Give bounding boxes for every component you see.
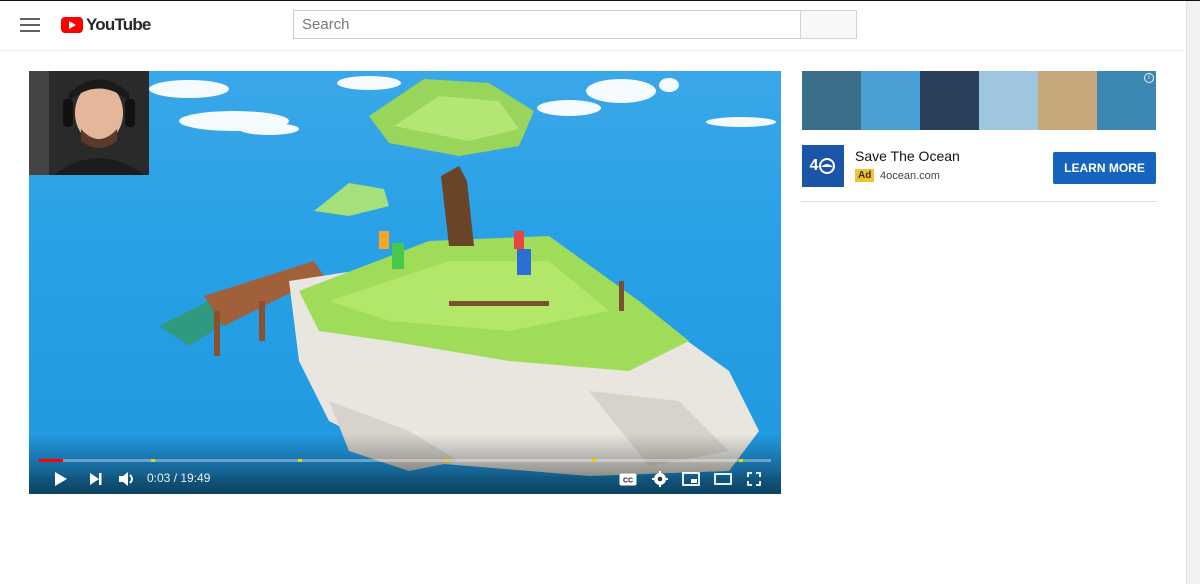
gear-icon <box>652 471 668 487</box>
page-scrollbar[interactable] <box>1186 1 1200 584</box>
chapter-marker <box>739 459 743 462</box>
ad-title[interactable]: Save The Ocean <box>855 148 960 164</box>
time-display: 0:03 / 19:49 <box>147 471 211 485</box>
ad-badge: Ad <box>855 169 875 182</box>
chapter-marker <box>592 459 596 462</box>
svg-text:CC: CC <box>623 477 633 484</box>
play-icon <box>55 472 67 486</box>
chapter-marker <box>298 459 302 462</box>
next-button[interactable] <box>87 469 105 489</box>
logo-text: YouTube <box>86 15 151 34</box>
ad-companion: 4 Save The Ocean Ad 4ocean.com LEARN MOR… <box>801 144 1157 202</box>
volume-icon <box>119 472 133 486</box>
theater-mode-button[interactable] <box>712 469 734 489</box>
ad-banner-image[interactable] <box>802 71 1156 130</box>
webcam-overlay <box>29 71 149 175</box>
progress-fill <box>39 459 63 462</box>
miniplayer-icon <box>682 472 700 486</box>
youtube-play-logo-icon <box>61 17 83 33</box>
theater-icon <box>714 473 732 485</box>
youtube-logo[interactable]: YouTube <box>61 15 151 35</box>
ad-domain: 4ocean.com <box>880 170 940 182</box>
fullscreen-button[interactable] <box>744 469 764 489</box>
search-button[interactable] <box>800 10 857 39</box>
learn-more-button[interactable]: LEARN MORE <box>1053 152 1156 184</box>
hamburger-menu-icon[interactable] <box>20 18 40 32</box>
search-input[interactable] <box>293 10 801 39</box>
volume-button[interactable] <box>117 469 137 489</box>
advertiser-logo-text: 4 <box>809 157 819 174</box>
captions-button[interactable]: CC <box>618 469 638 489</box>
fullscreen-icon <box>747 472 761 486</box>
chapter-marker <box>151 459 155 462</box>
ocean-wave-logo-icon <box>819 158 836 174</box>
cc-icon: CC <box>619 473 637 485</box>
advertiser-logo[interactable]: 4 <box>802 145 844 187</box>
video-player[interactable]: 0:03 / 19:49 CC <box>29 71 781 494</box>
play-button[interactable] <box>51 469 71 489</box>
progress-bar[interactable] <box>39 459 771 462</box>
next-icon <box>90 473 102 485</box>
ad-info-icon[interactable]: i <box>1144 73 1154 83</box>
chapter-marker <box>445 459 449 462</box>
miniplayer-button[interactable] <box>680 469 702 489</box>
settings-button[interactable] <box>650 469 670 489</box>
